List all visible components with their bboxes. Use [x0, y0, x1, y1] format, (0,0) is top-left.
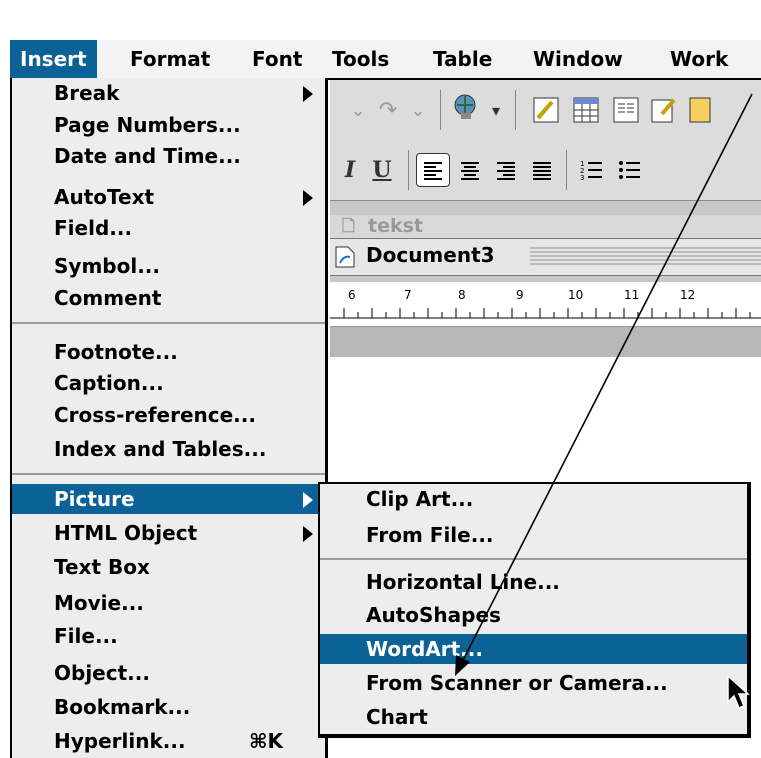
- mouse-cursor-icon: [727, 674, 750, 709]
- annotation-arrow: [455, 93, 753, 676]
